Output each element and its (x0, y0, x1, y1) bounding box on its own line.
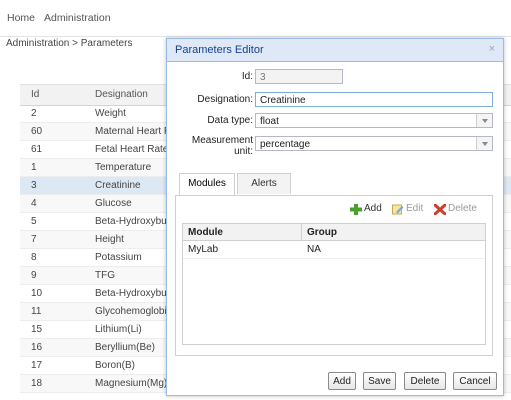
plus-icon (350, 204, 362, 215)
modules-toolbar: Add Edit Delete (182, 202, 486, 220)
modules-grid-header: Module Group (183, 224, 485, 241)
module-cell: MyLab (188, 244, 219, 255)
add-module-label: Add (364, 203, 382, 214)
delete-module-label: Delete (448, 203, 477, 214)
parameters-editor-dialog: Parameters Editor × Id: 3 Designation: C… (166, 38, 504, 396)
save-button[interactable]: Save (363, 372, 396, 390)
edit-module-label: Edit (406, 203, 424, 214)
measurement-unit-select[interactable]: percentage (255, 136, 493, 151)
delete-icon (434, 204, 446, 215)
column-header-group[interactable]: Group (307, 227, 337, 238)
dialog-footer: Add Save Delete Cancel (167, 369, 503, 393)
data-type-label: Data type: (207, 115, 253, 126)
delete-button[interactable]: Delete (404, 372, 446, 390)
edit-icon (392, 204, 404, 215)
modules-grid-row[interactable]: MyLab NA (183, 241, 485, 259)
close-icon[interactable]: × (489, 43, 495, 55)
chevron-down-icon[interactable] (476, 114, 492, 127)
data-type-select[interactable]: float (255, 113, 493, 128)
column-header-module[interactable]: Module (188, 227, 223, 238)
id-field: 3 (255, 69, 343, 84)
modules-tab-panel: Add Edit Delete Module Group MyLab NA (175, 196, 493, 356)
modules-grid: Module Group MyLab NA (182, 223, 486, 345)
group-cell: NA (307, 244, 321, 255)
designation-input[interactable]: Creatinine (255, 92, 493, 107)
measurement-unit-label: Measurement unit: (181, 135, 253, 157)
dialog-tabs: Modules Alerts (175, 173, 493, 196)
tab-alerts[interactable]: Alerts (237, 173, 291, 194)
measurement-unit-value: percentage (260, 139, 311, 150)
tab-modules[interactable]: Modules (179, 173, 235, 195)
chevron-down-icon[interactable] (476, 137, 492, 150)
data-type-value: float (260, 116, 279, 127)
id-label: Id: (241, 71, 253, 82)
measurement-unit-label-line2: unit: (234, 146, 253, 157)
column-divider (301, 224, 302, 240)
cancel-button[interactable]: Cancel (453, 372, 497, 390)
add-button[interactable]: Add (328, 372, 356, 390)
measurement-unit-label-line1: Measurement (191, 135, 253, 146)
designation-label: Designation: (197, 94, 253, 105)
dialog-title: Parameters Editor (175, 44, 264, 56)
dialog-title-bar[interactable]: Parameters Editor × (167, 39, 503, 62)
